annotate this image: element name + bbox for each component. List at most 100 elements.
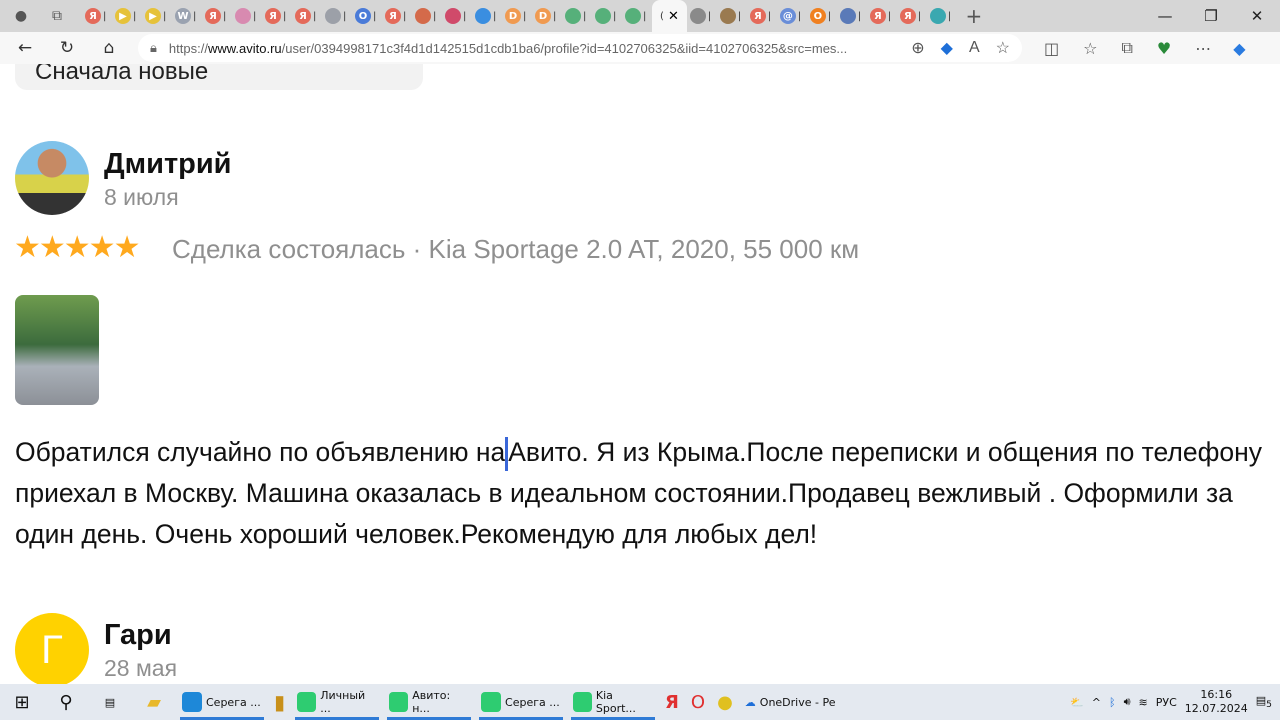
tab-title: | xyxy=(253,10,257,22)
tag-icon[interactable]: ◆ xyxy=(941,38,953,58)
zoom-icon[interactable]: ⊕ xyxy=(911,38,924,58)
yandex-icon[interactable]: Я xyxy=(659,684,685,720)
browser-tab[interactable]: Я | xyxy=(202,0,232,32)
tab-title: | xyxy=(403,10,407,22)
browser-tab[interactable]: О | xyxy=(807,0,837,32)
bluetooth-icon[interactable]: ᛒ xyxy=(1109,696,1116,709)
tab-title: | xyxy=(857,10,862,22)
sort-dropdown[interactable]: Сначала новые xyxy=(15,64,423,90)
browser-tab[interactable]: Я | xyxy=(897,0,927,32)
browser-tab[interactable]: D | xyxy=(532,0,562,32)
browser-tab[interactable]: | xyxy=(442,0,472,32)
tab-title: | xyxy=(133,10,137,22)
favorite-star-icon[interactable]: ☆ xyxy=(996,38,1010,58)
tab-title: | xyxy=(797,10,802,22)
language-indicator[interactable]: РУС xyxy=(1156,696,1177,709)
tab-title: | xyxy=(887,10,892,22)
file-explorer-icon[interactable]: ▰ xyxy=(132,684,176,720)
review-date: 28 мая xyxy=(104,655,178,681)
browser-tab[interactable]: W | xyxy=(172,0,202,32)
browser-tab[interactable]: Я | xyxy=(867,0,897,32)
restore-button[interactable]: ❐ xyxy=(1188,0,1234,32)
clock[interactable]: 16:16 12.07.2024 xyxy=(1185,688,1248,716)
browser-tab[interactable]: | xyxy=(837,0,867,32)
browser-tab[interactable]: Я | xyxy=(382,0,412,32)
browser-tab[interactable]: | xyxy=(322,0,352,32)
browser-tab[interactable]: ▶ | xyxy=(112,0,142,32)
tab-favicon-icon: Я xyxy=(205,8,221,24)
browser-tab[interactable]: | xyxy=(927,0,957,32)
review-photo[interactable] xyxy=(15,295,99,405)
browser-tab[interactable]: Я | xyxy=(292,0,322,32)
profile-icon[interactable]: ● xyxy=(10,5,32,27)
tab-favicon-icon: Я xyxy=(85,8,101,24)
review-author[interactable]: Гари xyxy=(104,619,172,652)
tray-chevron-icon[interactable]: ^ xyxy=(1092,696,1101,709)
copilot-icon[interactable]: ◆ xyxy=(1233,39,1245,58)
browser-tab[interactable]: D | xyxy=(502,0,532,32)
search-icon[interactable]: ⚲ xyxy=(44,684,88,720)
opera-icon[interactable]: O xyxy=(685,684,711,720)
tab-title: | xyxy=(163,10,167,22)
browser-tab[interactable]: | xyxy=(562,0,592,32)
browser-tab[interactable]: | xyxy=(412,0,442,32)
weather-icon[interactable]: ⛅ xyxy=(1070,696,1084,709)
read-aloud-icon[interactable]: A xyxy=(969,39,980,57)
tab-title: | xyxy=(553,10,557,22)
browser-tab[interactable]: | xyxy=(717,0,747,32)
back-button[interactable]: ← xyxy=(4,38,46,58)
browser-tab[interactable]: Я | xyxy=(82,0,112,32)
lock-icon: 🔒︎ xyxy=(150,40,157,55)
tab-active[interactable]: (✕ xyxy=(652,0,687,32)
browser-tab[interactable]: ▶ | xyxy=(142,0,172,32)
taskbar-app[interactable]: Kia Sport... xyxy=(567,684,659,720)
task-view-icon[interactable]: ▤ xyxy=(88,684,132,720)
tab-title: | xyxy=(707,10,712,22)
browser-tab[interactable]: Я | xyxy=(747,0,777,32)
taskbar-app[interactable]: Личный ... xyxy=(291,684,383,720)
tab-title: | xyxy=(283,10,287,22)
start-button[interactable]: ⊞ xyxy=(0,684,44,720)
workspaces-icon[interactable]: ⧉ xyxy=(46,5,68,27)
taskbar-app[interactable]: Серега ... xyxy=(176,684,268,720)
avatar[interactable] xyxy=(15,141,89,215)
tab-favicon-icon xyxy=(475,8,491,24)
wifi-icon[interactable]: ≋ xyxy=(1139,696,1148,709)
browser-tab[interactable]: | xyxy=(622,0,652,32)
split-screen-icon[interactable]: ◫ xyxy=(1044,39,1059,58)
close-window-button[interactable]: ✕ xyxy=(1234,0,1280,32)
tab-title: | xyxy=(737,10,742,22)
health-icon[interactable]: ♥ xyxy=(1157,39,1171,58)
url-field[interactable]: 🔒︎ https://www.avito.ru/user/0394998171c… xyxy=(138,34,1022,62)
review-text: Обратился случайно по объявлению на Авито… xyxy=(15,437,1263,549)
volume-icon[interactable]: 🔊︎ xyxy=(1124,695,1131,709)
taskbar: ⊞ ⚲ ▤ ▰ Серега ... ▮ Личный ... Авито: н...… xyxy=(0,684,1280,720)
minimize-button[interactable]: — xyxy=(1142,0,1188,32)
home-button[interactable]: ⌂ xyxy=(88,38,130,58)
taskbar-app[interactable]: Серега ... xyxy=(475,684,567,720)
app-icon[interactable]: ▮ xyxy=(268,684,291,720)
browser-tab[interactable]: @ | xyxy=(777,0,807,32)
avatar[interactable]: Г xyxy=(15,613,89,684)
app-icon xyxy=(573,692,592,712)
tab-favicon-icon: Я xyxy=(869,8,886,24)
browser-tab[interactable]: | xyxy=(232,0,262,32)
more-icon[interactable]: ⋯ xyxy=(1195,39,1211,58)
tab-title: | xyxy=(493,10,497,22)
favorites-icon[interactable]: ☆ xyxy=(1083,39,1097,58)
browser-tab[interactable]: | xyxy=(472,0,502,32)
new-tab-button[interactable]: + xyxy=(963,4,985,28)
browser-tab[interactable]: Я | xyxy=(262,0,292,32)
browser-tab[interactable]: | xyxy=(687,0,717,32)
onedrive-item[interactable]: ☁ OneDrive - Pe xyxy=(739,684,842,720)
tab-favicon-icon xyxy=(595,8,611,24)
browser-tab[interactable]: O | xyxy=(352,0,382,32)
taskbar-app[interactable]: Авито: н... xyxy=(383,684,475,720)
notifications-icon[interactable]: ▤5 xyxy=(1256,694,1272,710)
close-tab-icon[interactable]: ✕ xyxy=(668,9,679,24)
browser-tab[interactable]: | xyxy=(592,0,622,32)
collections-icon[interactable]: ⧉ xyxy=(1121,38,1132,58)
review-author[interactable]: Дмитрий xyxy=(104,148,232,181)
yandex-market-icon[interactable]: ● xyxy=(711,684,739,720)
refresh-button[interactable]: ↻ xyxy=(46,38,88,58)
